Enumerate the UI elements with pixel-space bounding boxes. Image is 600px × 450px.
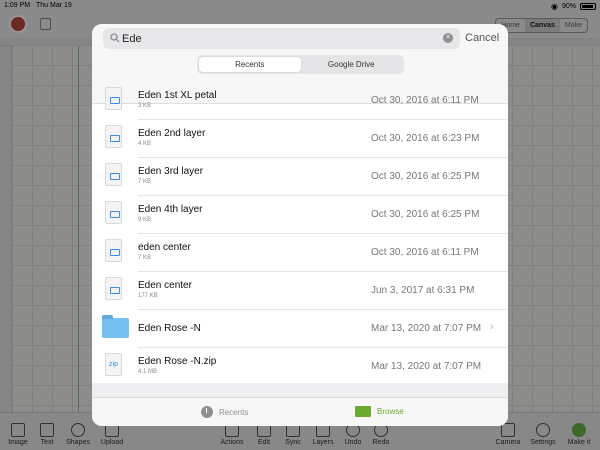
tab-recents[interactable]: Recents [201, 406, 248, 418]
file-name: Eden 3rd layer [138, 166, 204, 177]
file-date: Mar 13, 2020 at 7:07 PM [371, 323, 482, 334]
file-date: Oct 30, 2016 at 6:23 PM [371, 133, 480, 144]
file-picker-dialog: ✕ Cancel Recents Google Drive Eden 1st X… [92, 24, 508, 426]
list-item[interactable]: Eden 2nd layer 4 KB Oct 30, 2016 at 6:23… [105, 120, 508, 158]
file-name: Eden center [138, 280, 192, 291]
file-picker-tabbar: Recents Browse [92, 397, 508, 426]
list-item[interactable]: zip Eden Rose -N.zip 4.1 MB Mar 13, 2020… [105, 348, 508, 386]
file-size: 7 KB [138, 255, 152, 261]
file-size: 4 KB [138, 141, 152, 147]
document-icon [105, 201, 122, 224]
file-name: Eden 1st XL petal [138, 90, 217, 101]
tab-browse[interactable]: Browse [355, 406, 404, 417]
file-date: Mar 13, 2020 at 7:07 PM [371, 361, 482, 372]
list-footer [92, 383, 508, 397]
file-size: 177 KB [138, 293, 158, 299]
source-segmented-control: Recents Google Drive [197, 55, 404, 74]
file-name: Eden 4th layer [138, 204, 203, 215]
file-date: Oct 30, 2016 at 6:11 PM [371, 247, 479, 258]
file-list: Eden 1st XL petal 3 KB Oct 30, 2016 at 6… [92, 82, 508, 386]
clock-icon [201, 406, 213, 418]
file-size: 7 KB [138, 179, 152, 185]
clear-search-icon[interactable]: ✕ [443, 33, 453, 43]
cancel-button[interactable]: Cancel [465, 32, 499, 44]
document-icon [105, 239, 122, 262]
zip-file-icon: zip [105, 353, 122, 376]
list-item[interactable]: Eden center 177 KB Jun 3, 2017 at 6:31 P… [105, 272, 508, 310]
tab-browse-label: Browse [377, 407, 404, 416]
file-date: Oct 30, 2016 at 6:11 PM [371, 95, 479, 106]
segment-google-drive[interactable]: Google Drive [301, 57, 403, 72]
file-name: eden center [138, 242, 191, 253]
file-size: 4.1 MB [138, 369, 158, 375]
document-icon [105, 277, 122, 300]
document-icon [105, 87, 122, 110]
folder-icon [355, 406, 371, 417]
chevron-right-icon: › [490, 321, 494, 333]
segment-recents[interactable]: Recents [199, 57, 301, 72]
list-item[interactable]: Eden Rose -N Mar 13, 2020 at 7:07 PM › [102, 310, 508, 348]
list-item[interactable]: eden center 7 KB Oct 30, 2016 at 6:11 PM [105, 234, 508, 272]
tab-recents-label: Recents [219, 407, 249, 417]
file-name: Eden Rose -N [138, 323, 201, 334]
document-icon [105, 125, 122, 148]
file-name: Eden Rose -N.zip [138, 356, 217, 367]
list-item[interactable]: Eden 3rd layer 7 KB Oct 30, 2016 at 6:25… [105, 158, 508, 196]
file-date: Jun 3, 2017 at 6:31 PM [371, 285, 475, 296]
file-size: 3 KB [138, 103, 152, 109]
file-name: Eden 2nd layer [138, 128, 206, 139]
file-date: Oct 30, 2016 at 6:25 PM [371, 209, 480, 220]
file-date: Oct 30, 2016 at 6:25 PM [371, 171, 480, 182]
search-icon [110, 33, 120, 43]
document-icon [105, 163, 122, 186]
file-size: 9 KB [138, 217, 152, 223]
list-item[interactable]: Eden 1st XL petal 3 KB Oct 30, 2016 at 6… [105, 82, 508, 120]
folder-icon [102, 315, 129, 338]
list-item[interactable]: Eden 4th layer 9 KB Oct 30, 2016 at 6:25… [105, 196, 508, 234]
search-bar: ✕ [103, 28, 460, 49]
search-input[interactable] [122, 31, 432, 46]
